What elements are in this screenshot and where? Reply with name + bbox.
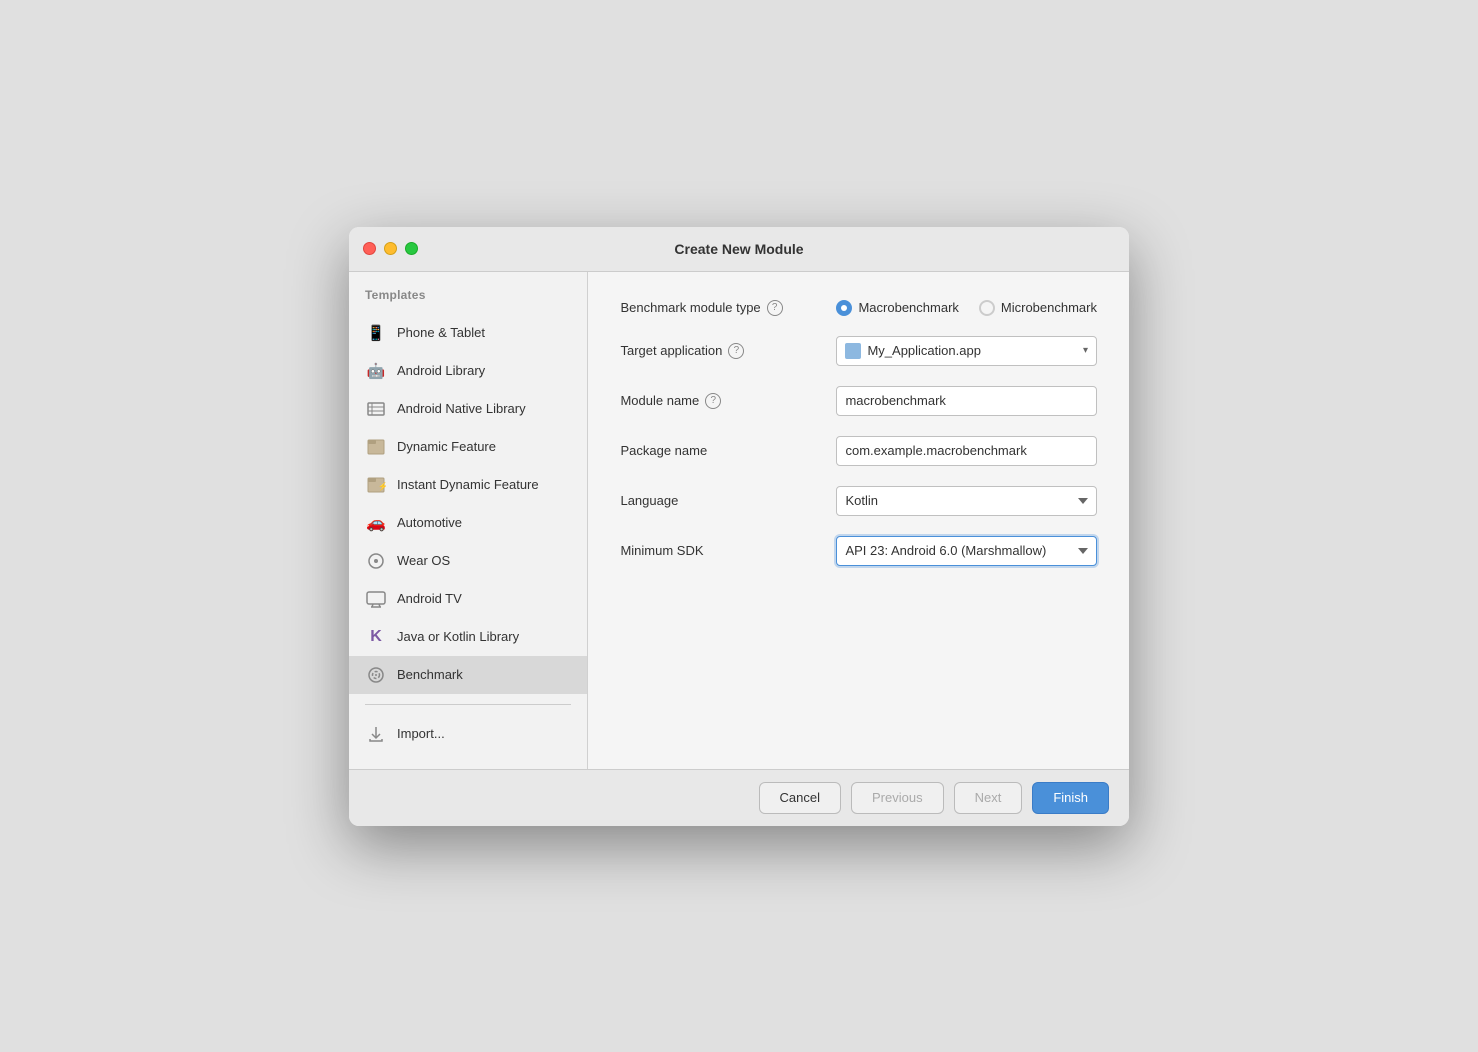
language-select[interactable]: Kotlin Java	[836, 486, 1097, 516]
minimum-sdk-label: Minimum SDK	[620, 543, 820, 558]
target-application-row: Target application ? My_Application.app …	[620, 336, 1097, 366]
module-name-label: Module name ?	[620, 393, 820, 409]
benchmark-module-type-radio-group: Macrobenchmark Microbenchmark	[836, 300, 1097, 316]
module-name-input[interactable]	[836, 386, 1097, 416]
wear-os-icon	[365, 550, 387, 572]
sidebar-item-label: Benchmark	[397, 667, 463, 682]
language-row: Language Kotlin Java	[620, 486, 1097, 516]
sidebar-divider	[365, 704, 571, 705]
target-app-icon	[845, 343, 861, 359]
sidebar-item-android-tv[interactable]: Android TV	[349, 580, 587, 618]
minimum-sdk-row: Minimum SDK API 23: Android 6.0 (Marshma…	[620, 536, 1097, 566]
package-name-input[interactable]	[836, 436, 1097, 466]
sidebar-item-label: Import...	[397, 726, 445, 741]
benchmark-module-type-row: Benchmark module type ? Macrobenchmark M…	[620, 300, 1097, 316]
target-app-text: My_Application.app	[867, 343, 1077, 358]
sidebar: Templates 📱 Phone & Tablet 🤖 Android Lib…	[349, 272, 588, 769]
dynamic-feature-icon	[365, 436, 387, 458]
maximize-button[interactable]	[405, 242, 418, 255]
close-button[interactable]	[363, 242, 376, 255]
main-content: Benchmark module type ? Macrobenchmark M…	[588, 272, 1129, 769]
kotlin-library-icon: K	[365, 626, 387, 648]
import-icon	[365, 723, 387, 745]
sidebar-item-automotive[interactable]: 🚗 Automotive	[349, 504, 587, 542]
phone-tablet-icon: 📱	[365, 322, 387, 344]
target-application-select[interactable]: My_Application.app ▾	[836, 336, 1097, 366]
sidebar-item-label: Android Native Library	[397, 401, 526, 416]
sidebar-item-import[interactable]: Import...	[349, 715, 587, 753]
sidebar-item-label: Phone & Tablet	[397, 325, 485, 340]
target-application-help-icon[interactable]: ?	[728, 343, 744, 359]
previous-button[interactable]: Previous	[851, 782, 944, 814]
benchmark-module-type-label: Benchmark module type ?	[620, 300, 820, 316]
dialog-footer: Cancel Previous Next Finish	[349, 769, 1129, 826]
sidebar-item-kotlin-library[interactable]: K Java or Kotlin Library	[349, 618, 587, 656]
minimize-button[interactable]	[384, 242, 397, 255]
microbenchmark-radio[interactable]: Microbenchmark	[979, 300, 1097, 316]
sidebar-item-label: Automotive	[397, 515, 462, 530]
macrobenchmark-radio-circle[interactable]	[836, 300, 852, 316]
minimum-sdk-select[interactable]: API 23: Android 6.0 (Marshmallow) API 24…	[836, 536, 1097, 566]
sidebar-item-label: Android Library	[397, 363, 485, 378]
android-library-icon: 🤖	[365, 360, 387, 382]
package-name-row: Package name	[620, 436, 1097, 466]
benchmark-module-type-help-icon[interactable]: ?	[767, 300, 783, 316]
language-label: Language	[620, 493, 820, 508]
sidebar-item-instant-dynamic[interactable]: ⚡ Instant Dynamic Feature	[349, 466, 587, 504]
sidebar-item-dynamic-feature[interactable]: Dynamic Feature	[349, 428, 587, 466]
module-name-row: Module name ?	[620, 386, 1097, 416]
sidebar-item-wear-os[interactable]: Wear OS	[349, 542, 587, 580]
dialog-title: Create New Module	[674, 241, 803, 257]
dialog-body: Templates 📱 Phone & Tablet 🤖 Android Lib…	[349, 272, 1129, 769]
sidebar-item-label: Instant Dynamic Feature	[397, 477, 539, 492]
sidebar-item-android-library[interactable]: 🤖 Android Library	[349, 352, 587, 390]
android-tv-icon	[365, 588, 387, 610]
sidebar-item-android-native[interactable]: Android Native Library	[349, 390, 587, 428]
macrobenchmark-radio[interactable]: Macrobenchmark	[836, 300, 958, 316]
cancel-button[interactable]: Cancel	[759, 782, 841, 814]
benchmark-icon	[365, 664, 387, 686]
sidebar-item-label: Wear OS	[397, 553, 450, 568]
target-app-chevron-icon: ▾	[1083, 345, 1088, 356]
next-button[interactable]: Next	[954, 782, 1023, 814]
title-bar: Create New Module	[349, 227, 1129, 272]
sidebar-item-benchmark[interactable]: Benchmark	[349, 656, 587, 694]
create-new-module-dialog: Create New Module Templates 📱 Phone & Ta…	[349, 227, 1129, 826]
sidebar-item-label: Android TV	[397, 591, 462, 606]
svg-text:⚡: ⚡	[378, 481, 386, 491]
sidebar-section-title: Templates	[349, 288, 587, 314]
sidebar-item-label: Dynamic Feature	[397, 439, 496, 454]
window-controls	[363, 242, 418, 255]
microbenchmark-radio-circle[interactable]	[979, 300, 995, 316]
package-name-label: Package name	[620, 443, 820, 458]
instant-dynamic-icon: ⚡	[365, 474, 387, 496]
sidebar-bottom: Import...	[349, 715, 587, 753]
sidebar-item-phone-tablet[interactable]: 📱 Phone & Tablet	[349, 314, 587, 352]
module-name-help-icon[interactable]: ?	[705, 393, 721, 409]
target-application-label: Target application ?	[620, 343, 820, 359]
android-native-icon	[365, 398, 387, 420]
finish-button[interactable]: Finish	[1032, 782, 1109, 814]
automotive-icon: 🚗	[365, 512, 387, 534]
sidebar-item-label: Java or Kotlin Library	[397, 629, 519, 644]
